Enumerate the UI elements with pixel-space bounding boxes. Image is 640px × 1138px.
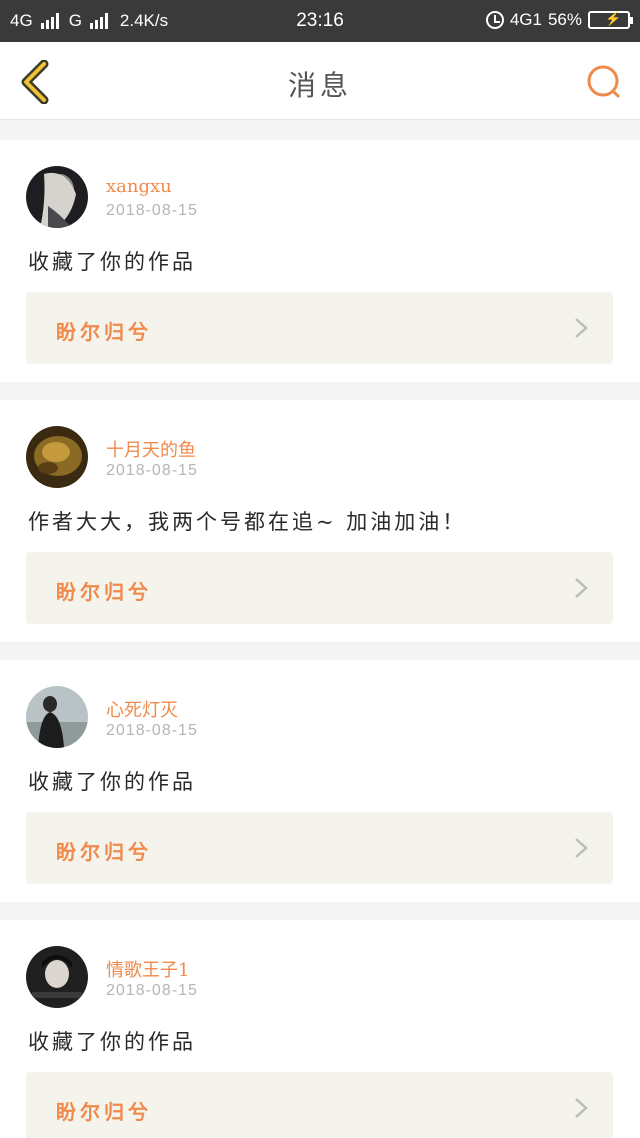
work-link[interactable]: 盼尔归兮 [26,1072,613,1138]
chevron-right-icon [575,838,588,858]
avatar[interactable] [26,686,88,748]
message-card: 心死灯灭 2018-08-15 收藏了你的作品 盼尔归兮 [0,660,640,902]
message-date: 2018-08-15 [106,462,198,479]
message-text: 收藏了你的作品 [28,1030,196,1054]
message-date: 2018-08-15 [106,202,198,219]
alarm-icon [485,11,504,29]
avatar[interactable] [26,426,88,488]
message-date: 2018-08-15 [106,722,198,739]
username[interactable]: 心死灯灭 [106,696,178,722]
avatar[interactable] [26,166,88,228]
work-title: 盼尔归兮 [56,580,152,604]
message-card: xangxu 2018-08-15 收藏了你的作品 盼尔归兮 [0,140,640,382]
avatar[interactable] [26,946,88,1008]
battery-icon: ⚡ [588,11,633,29]
work-link[interactable]: 盼尔归兮 [26,292,613,364]
charging-icon: ⚡ [605,11,622,26]
message-card: 情歌王子1 2018-08-15 收藏了你的作品 盼尔归兮 [0,920,640,1138]
chevron-right-icon [575,318,588,338]
status-bar: 4G G 2.4K/s 23:16 4G1 56% ⚡ [0,0,640,42]
chevron-right-icon [575,578,588,598]
work-title: 盼尔归兮 [56,1100,152,1124]
work-title: 盼尔归兮 [56,840,152,864]
network-type-right: 4G1 [509,10,542,29]
work-link[interactable]: 盼尔归兮 [26,552,613,624]
app-header: 消息 [0,42,640,120]
battery-percent: 56% [547,10,582,29]
page-title: 消息 [287,69,352,102]
message-text: 收藏了你的作品 [28,770,196,794]
message-card: 十月天的鱼 2018-08-15 作者大大，我两个号都在追~ 加油加油！ 盼尔归… [0,400,640,642]
search-icon[interactable] [584,62,624,102]
username[interactable]: xangxu [106,176,172,197]
message-date: 2018-08-15 [106,982,198,999]
work-title: 盼尔归兮 [56,320,152,344]
chevron-right-icon [575,1098,588,1118]
message-text: 作者大大，我两个号都在追~ 加油加油！ [28,510,467,534]
username[interactable]: 十月天的鱼 [106,436,196,462]
work-link[interactable]: 盼尔归兮 [26,812,613,884]
status-right: 4G1 56% ⚡ [485,10,633,30]
message-text: 收藏了你的作品 [28,250,196,274]
username[interactable]: 情歌王子1 [106,956,189,982]
